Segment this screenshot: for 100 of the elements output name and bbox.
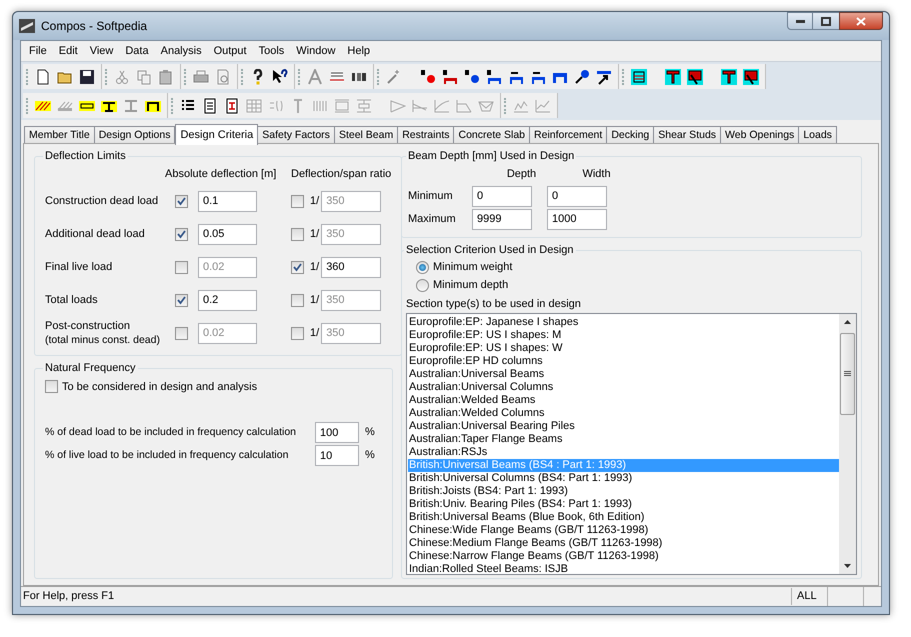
status-mode-indicator: ALL <box>791 588 827 605</box>
row-sublabel: (total minus const. dead) <box>45 333 161 347</box>
list-item[interactable]: Australian:Taper Flange Beams <box>408 432 839 446</box>
scroll-thumb[interactable] <box>840 332 855 414</box>
end-point-icon[interactable] <box>464 68 480 84</box>
menu-item[interactable]: Edit <box>52 40 84 62</box>
checkbox[interactable] <box>175 228 188 240</box>
checkbox[interactable] <box>291 228 304 240</box>
menu-item[interactable]: Tools <box>252 40 290 62</box>
tab[interactable]: Concrete Slab <box>454 126 530 144</box>
menu-item[interactable]: Help <box>341 40 376 62</box>
radio-button[interactable] <box>416 261 429 274</box>
maximize-button[interactable] <box>813 12 839 30</box>
width-field[interactable]: 1000 <box>547 208 607 230</box>
tab[interactable]: Loads <box>799 126 837 144</box>
app-icon <box>19 19 35 33</box>
percent-field[interactable]: 100 <box>315 422 359 443</box>
checkbox[interactable] <box>291 326 304 340</box>
arrow-beam-icon[interactable] <box>596 68 612 84</box>
list-item[interactable]: British:Universal Columns (BS4: Part 1: 1993) <box>408 472 839 484</box>
list-item[interactable]: Australian:Universal Columns <box>408 380 839 394</box>
printer-icon[interactable] <box>193 68 209 84</box>
close-button[interactable] <box>839 12 883 30</box>
list-item[interactable]: Chinese:Medium Flange Beams (GB/T 11263-1998) <box>408 536 839 550</box>
scrollbar[interactable] <box>839 314 856 574</box>
checkbox[interactable] <box>291 260 304 274</box>
menu-item[interactable]: Window <box>290 40 342 62</box>
row-label: Additional dead load <box>45 228 145 240</box>
list-item[interactable]: British:Univ. Bearing Piles (BS4: Part 1: 1993) <box>408 498 839 510</box>
tab[interactable]: Steel Beam <box>334 126 398 144</box>
section-list-icon[interactable] <box>687 68 703 84</box>
minimize-button[interactable] <box>787 12 813 30</box>
ratio-field[interactable]: 360 <box>321 256 382 278</box>
menu-item[interactable]: File <box>23 40 53 62</box>
section-list-icon[interactable] <box>743 68 759 84</box>
row-label: Total loads <box>45 294 98 306</box>
list-item[interactable]: Europrofile:EP: US I shapes: W <box>408 342 839 354</box>
node-beam-icon[interactable] <box>442 68 458 84</box>
preview-icon[interactable] <box>215 68 231 84</box>
page-icon[interactable] <box>202 98 218 114</box>
checkbox[interactable] <box>45 380 58 394</box>
tab[interactable]: Member Title <box>24 126 95 144</box>
list-item[interactable]: Chinese:Wide Flange Beams (GB/T 11263-1998) <box>408 524 839 536</box>
list-item[interactable]: British:Joists (BS4: Part 1: 1993) <box>408 484 839 498</box>
column-header: Depth <box>506 167 538 182</box>
table-icon[interactable] <box>631 68 647 84</box>
menu-item[interactable]: View <box>84 40 120 62</box>
menu-item[interactable]: Data <box>119 40 155 62</box>
list-item[interactable]: Australian:RSJs <box>408 446 839 458</box>
menu-item[interactable]: Output <box>208 40 253 62</box>
radio-button[interactable] <box>416 279 429 292</box>
floppy-icon[interactable] <box>79 68 95 84</box>
checkbox[interactable] <box>175 194 188 208</box>
tab[interactable]: Design Criteria <box>175 124 258 145</box>
arrow-point-icon[interactable] <box>574 68 590 84</box>
depth-field[interactable]: 9999 <box>472 208 532 230</box>
tab[interactable]: Design Options <box>94 126 176 144</box>
list-item[interactable]: Europrofile:EP HD columns <box>408 354 839 368</box>
row-label: Construction dead load <box>45 195 158 207</box>
list-item[interactable]: Australian:Welded Columns <box>408 406 839 420</box>
tab[interactable]: Reinforcement <box>530 126 608 144</box>
deflection-field[interactable]: 0.2 <box>198 290 257 310</box>
tab[interactable]: Decking <box>607 126 654 144</box>
checkbox[interactable] <box>175 260 188 274</box>
ratio-prefix: 1/ <box>310 226 320 242</box>
checkbox[interactable] <box>175 294 188 306</box>
list-item[interactable]: Australian:Universal Beams <box>408 368 839 380</box>
list-item[interactable]: Indian:Rolled Steel Beams: ISJB <box>408 562 839 574</box>
depth-field[interactable]: 0 <box>472 186 532 206</box>
width-field[interactable]: 0 <box>547 186 607 206</box>
document-icon[interactable] <box>35 68 51 84</box>
checkbox[interactable] <box>175 326 188 340</box>
maximize-icon <box>821 16 831 26</box>
percent-field[interactable]: 10 <box>315 445 359 466</box>
checkbox[interactable] <box>291 194 304 208</box>
wand-icon[interactable] <box>386 68 402 84</box>
list-item[interactable]: British:Universal Beams (Blue Book, 6th Edition) <box>408 510 839 524</box>
checkbox[interactable] <box>291 294 304 306</box>
section-table-icon[interactable] <box>665 68 681 84</box>
ratio-prefix: 1/ <box>310 292 320 308</box>
pointer-help-icon[interactable] <box>272 68 288 84</box>
node-point-icon[interactable] <box>420 68 436 84</box>
list-item[interactable]: Australian:Universal Bearing Piles <box>408 420 839 432</box>
section-table-icon[interactable] <box>721 68 737 84</box>
report-icon[interactable] <box>224 98 240 114</box>
tab[interactable]: Safety Factors <box>258 126 335 144</box>
ratio-prefix: 1/ <box>310 194 320 209</box>
tab[interactable]: Web Openings <box>721 126 800 144</box>
deflection-field[interactable]: 0.1 <box>198 190 257 212</box>
deflection-field[interactable]: 0.05 <box>198 224 257 244</box>
tab[interactable]: Shear Studs <box>654 126 722 144</box>
clipboard-icon[interactable] <box>158 68 174 84</box>
list-item[interactable]: Europrofile:EP: Japanese I shapes <box>408 316 839 328</box>
list-item[interactable]: Australian:Welded Beams <box>408 394 839 406</box>
end-beam-icon[interactable] <box>486 68 502 84</box>
menu-item[interactable]: Analysis <box>154 40 208 62</box>
group-title: Deflection Limits <box>44 149 127 164</box>
list-item[interactable]: Europrofile:EP: US I shapes: M <box>408 328 839 342</box>
list-item[interactable]: Chinese:Narrow Flange Beams (GB/T 11263-1998) <box>408 550 839 562</box>
tab[interactable]: Restraints <box>398 126 454 144</box>
